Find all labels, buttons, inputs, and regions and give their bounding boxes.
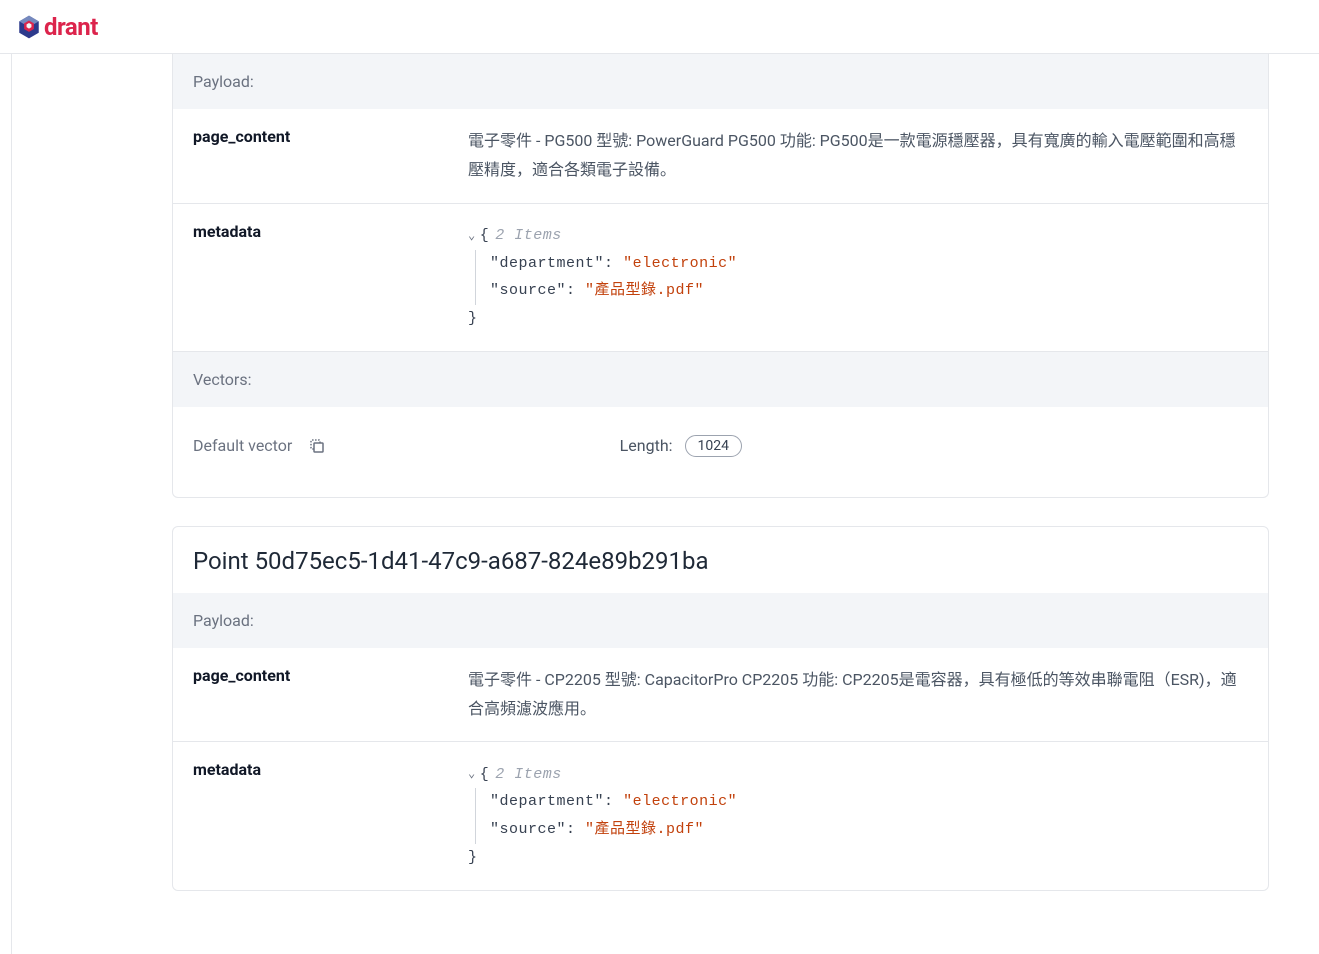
json-entry: "source": "產品型錄.pdf" — [490, 816, 1248, 844]
payload-row-metadata: metadata ⌄ { 2 Items "department": "elec… — [173, 742, 1268, 889]
json-viewer: ⌄ { 2 Items "department": "electronic" "… — [468, 222, 1248, 333]
main-content: Payload: page_content 電子零件 - PG500 型號: P… — [12, 54, 1319, 954]
payload-key: page_content — [193, 127, 448, 185]
chevron-down-icon: ⌄ — [468, 225, 476, 247]
json-collapse-toggle[interactable]: ⌄ { 2 Items — [468, 222, 562, 250]
json-close-brace: } — [468, 844, 1248, 872]
json-viewer: ⌄ { 2 Items "department": "electronic" "… — [468, 760, 1248, 871]
vector-length: Length: 1024 — [620, 435, 742, 457]
payload-label: Payload: — [193, 72, 254, 91]
payload-label: Payload: — [193, 611, 254, 630]
default-vector-label: Default vector — [193, 436, 292, 455]
chevron-down-icon: ⌄ — [468, 763, 476, 785]
vectors-section-header: Vectors: — [173, 352, 1268, 407]
json-entry: "department": "electronic" — [490, 788, 1248, 816]
sidebar-edge — [0, 54, 12, 954]
copy-icon[interactable] — [308, 437, 326, 455]
vectors-label: Vectors: — [193, 370, 251, 389]
payload-row-page-content: page_content 電子零件 - PG500 型號: PowerGuard… — [173, 109, 1268, 204]
payload-key: page_content — [193, 666, 448, 724]
json-open-brace: { — [480, 222, 490, 250]
json-open-brace: { — [480, 761, 490, 789]
payload-row-metadata: metadata ⌄ { 2 Items "department": "elec… — [173, 204, 1268, 352]
app-header: drant — [0, 0, 1319, 54]
payload-section-header: Payload: — [173, 54, 1268, 109]
json-entry: "department": "electronic" — [490, 250, 1248, 278]
json-item-count: 2 Items — [495, 761, 562, 789]
qdrant-logo-icon — [16, 14, 42, 40]
vectors-row: Default vector Length: 1024 — [173, 407, 1268, 497]
brand-logo[interactable]: drant — [16, 13, 98, 41]
payload-key: metadata — [193, 222, 448, 333]
payload-value: 電子零件 - PG500 型號: PowerGuard PG500 功能: PG… — [468, 127, 1248, 185]
json-entry: "source": "產品型錄.pdf" — [490, 277, 1248, 305]
brand-name: drant — [44, 13, 98, 41]
payload-section-header: Payload: — [173, 593, 1268, 648]
json-item-count: 2 Items — [495, 222, 562, 250]
json-body: "department": "electronic" "source": "產品… — [475, 788, 1248, 844]
json-body: "department": "electronic" "source": "產品… — [475, 250, 1248, 306]
point-title: Point 50d75ec5-1d41-47c9-a687-824e89b291… — [173, 527, 1268, 593]
json-collapse-toggle[interactable]: ⌄ { 2 Items — [468, 761, 562, 789]
payload-key: metadata — [193, 760, 448, 871]
point-card: Point 50d75ec5-1d41-47c9-a687-824e89b291… — [172, 526, 1269, 891]
length-label: Length: — [620, 436, 673, 455]
point-card: Payload: page_content 電子零件 - PG500 型號: P… — [172, 54, 1269, 498]
payload-value: 電子零件 - CP2205 型號: CapacitorPro CP2205 功能… — [468, 666, 1248, 724]
length-badge: 1024 — [685, 435, 742, 457]
json-close-brace: } — [468, 305, 1248, 333]
payload-row-page-content: page_content 電子零件 - CP2205 型號: Capacitor… — [173, 648, 1268, 743]
